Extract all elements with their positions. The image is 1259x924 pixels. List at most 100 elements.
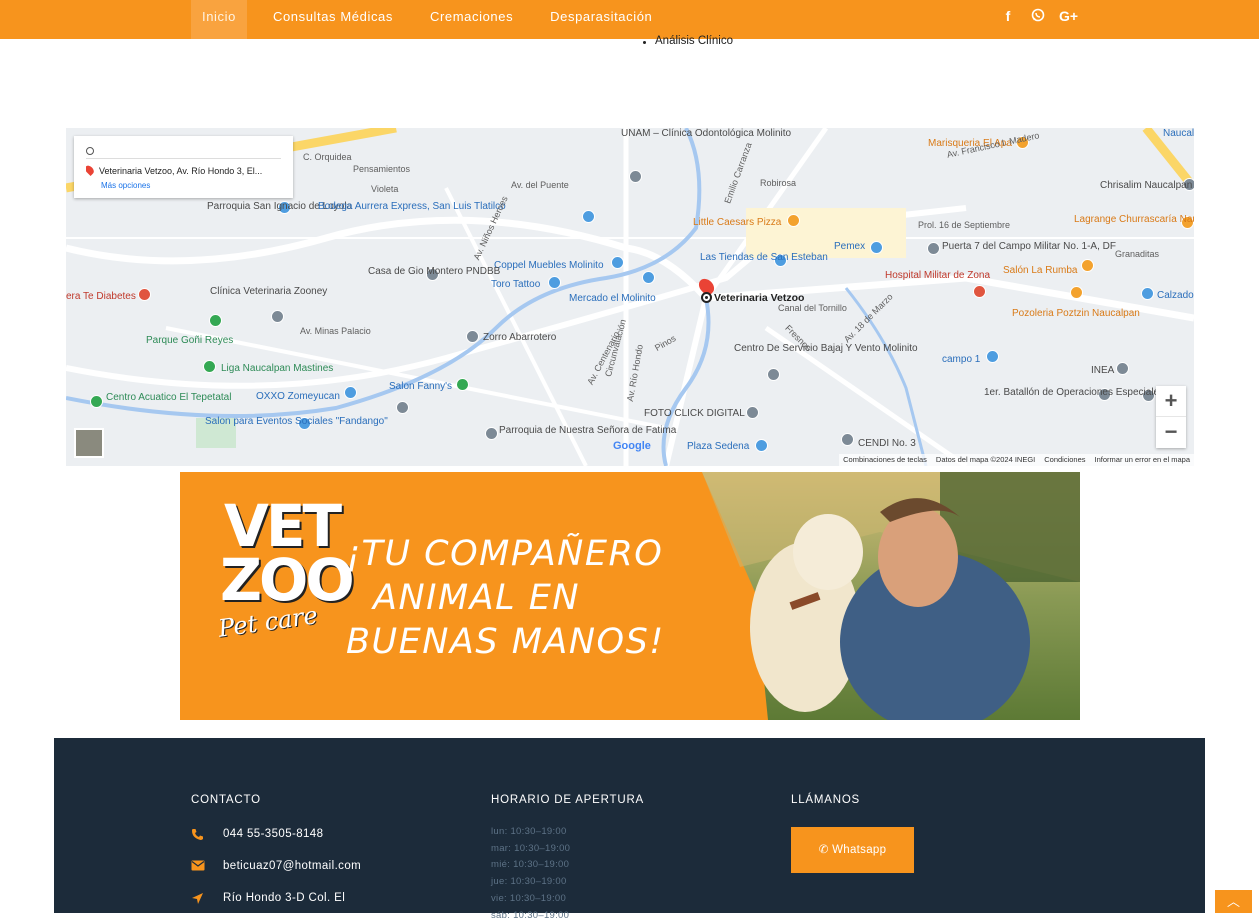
map-label: Bodega Aurrera Express, San Luis Tlatilc… (318, 201, 506, 212)
contact-email[interactable]: beticuaz07@hotmail.com (191, 860, 361, 872)
map-poi-pin[interactable] (986, 350, 999, 363)
origin-circle-icon (86, 147, 94, 155)
map-label: Liga Naucalpan Mastines (221, 363, 334, 374)
map-label: Robirosa (760, 178, 797, 188)
map-poi-pin[interactable] (456, 378, 469, 391)
map-label: Parroquia de Nuestra Señora de Fatima (499, 425, 677, 436)
map-report-error-link[interactable]: Informar un error en el mapa (1095, 455, 1190, 465)
map-label: Chrisalim Naucalpan (1100, 180, 1193, 191)
map-label: Pozoleria Poztzin Naucalpan (1012, 308, 1140, 319)
phone-number: 044 55-3505-8148 (223, 828, 324, 840)
hours-row: mar: 10:30–19:00 (491, 842, 571, 854)
map-label: Granaditas (1115, 249, 1160, 259)
opening-hours-column: HORARIO DE APERTURA lun: 10:30–19:00 mar… (491, 794, 644, 924)
map-poi-pin[interactable] (485, 427, 498, 440)
map-poi-pin[interactable] (755, 439, 768, 452)
zoom-out-button[interactable]: − (1156, 417, 1186, 448)
map-label: INEA (1091, 365, 1115, 376)
map-poi-pin[interactable] (548, 276, 561, 289)
map-label: UNAM – Clínica Odontológica Molinito (621, 128, 792, 139)
slogan-line: ANIMAL EN (373, 578, 581, 618)
facebook-icon[interactable]: f (999, 8, 1017, 25)
location-arrow-icon (191, 892, 207, 904)
contact-title: CONTACTO (191, 794, 261, 806)
zoom-in-button[interactable]: + (1156, 386, 1186, 417)
map-label: Mercado el Molinito (569, 293, 656, 304)
chevron-up-icon: ︿ (1226, 894, 1240, 909)
map-poi-pin[interactable] (1081, 259, 1094, 272)
map-label: Salón La Rumba (1003, 265, 1078, 276)
banner-slogan: ¡TU COMPAÑERO ANIMAL EN BUENAS MANOS! (346, 532, 665, 664)
map-poi-pin[interactable] (787, 214, 800, 227)
map-poi-pin[interactable] (344, 386, 357, 399)
hours-row: mié: 10:30–19:00 (491, 859, 570, 871)
map-poi-pin[interactable] (927, 242, 940, 255)
services-list: Análisis Clínico (640, 35, 733, 47)
map-directions-card: Veterinaria Vetzoo, Av. Río Hondo 3, El.… (74, 136, 293, 198)
map-label: CENDI No. 3 (858, 438, 916, 449)
map-label: Pemex (834, 241, 866, 252)
map-poi-pin[interactable] (746, 406, 759, 419)
vetzoo-location-dot (701, 292, 712, 303)
google-logo: Google (613, 440, 651, 452)
map-terms-link[interactable]: Condiciones (1044, 455, 1085, 465)
map-poi-pin[interactable] (870, 241, 883, 254)
map-poi-pin[interactable] (582, 210, 595, 223)
map-poi-pin[interactable] (396, 401, 409, 414)
map-poi-pin[interactable] (138, 288, 151, 301)
map-poi-pin[interactable] (90, 395, 103, 408)
map-destination-field[interactable]: Veterinaria Vetzoo, Av. Río Hondo 3, El.… (86, 165, 281, 176)
nav-item-inicio[interactable]: Inicio (191, 0, 247, 39)
map-poi-pin[interactable] (611, 256, 624, 269)
hours-row: sáb: 10:30–19:00 (491, 909, 570, 921)
map-label: C. Orquidea (303, 152, 352, 162)
map-more-options-link[interactable]: Más opciones (101, 181, 150, 190)
map-label: Casa de Gio Montero PNDBB (368, 266, 501, 277)
map-label: Calzado (1157, 290, 1194, 301)
slogan-line: ¡TU COMPAÑERO (346, 534, 664, 574)
map-poi-pin[interactable] (1070, 286, 1083, 299)
map-label: Centro De Servicio Bajaj Y Vento Molinit… (734, 343, 918, 354)
google-map[interactable]: C. Orquidea Pensamientos Violeta Parroqu… (66, 128, 1194, 466)
vetzoo-map-label[interactable]: Veterinaria Vetzoo (714, 292, 804, 304)
map-label: Av. Minas Palacio (300, 326, 371, 336)
scroll-to-top-button[interactable]: ︿ (1215, 890, 1252, 913)
map-label: Little Caesars Pizza (693, 217, 782, 228)
map-label: Salon Fanny's (389, 381, 453, 392)
whatsapp-button[interactable]: ✆ Whatsapp (791, 827, 914, 873)
whatsapp-icon: ✆ (818, 844, 833, 856)
map-poi-pin[interactable] (209, 314, 222, 327)
contact-column: CONTACTO 044 55-3505-8148 beticuaz07@hot… (191, 794, 361, 904)
map-origin-field[interactable] (86, 145, 281, 159)
map-label: Zorro Abarrotero (483, 332, 557, 343)
map-zoom-controls: + − (1156, 386, 1186, 448)
phone-icon (191, 828, 207, 840)
nav-item-desparasitacion[interactable]: Desparasitación (539, 0, 663, 39)
nav-item-consultas-medicas[interactable]: Consultas Médicas (262, 0, 404, 39)
top-navigation-bar: Inicio Consultas Médicas Cremaciones Des… (0, 0, 1259, 39)
map-label: Centro Acuatico El Tepetatal (106, 392, 232, 403)
map-poi-pin[interactable] (1116, 362, 1129, 375)
map-label: Parque Goñi Reyes (146, 335, 234, 346)
map-label: campo 1 (942, 354, 981, 365)
map-keyboard-shortcuts-link[interactable]: Combinaciones de teclas (843, 455, 927, 465)
hours-row: vie: 10:30–19:00 (491, 892, 567, 904)
map-poi-pin[interactable] (767, 368, 780, 381)
email-address: beticuaz07@hotmail.com (223, 860, 362, 872)
map-poi-pin[interactable] (841, 433, 854, 446)
map-poi-pin[interactable] (271, 310, 284, 323)
map-poi-pin[interactable] (203, 360, 216, 373)
map-poi-pin[interactable] (1141, 287, 1154, 300)
nav-item-cremaciones[interactable]: Cremaciones (419, 0, 524, 39)
google-plus-icon[interactable]: G+ (1059, 8, 1078, 25)
street-view-thumbnail[interactable] (74, 428, 104, 458)
contact-phone[interactable]: 044 55-3505-8148 (191, 828, 361, 840)
map-card-address: Veterinaria Vetzoo, Av. Río Hondo 3, El.… (99, 166, 263, 176)
whatsapp-icon[interactable] (1029, 8, 1047, 25)
map-poi-pin[interactable] (466, 330, 479, 343)
map-label: Canal del Tornillo (778, 303, 847, 313)
site-footer: CONTACTO 044 55-3505-8148 beticuaz07@hot… (54, 738, 1205, 921)
map-poi-pin[interactable] (642, 271, 655, 284)
map-poi-pin[interactable] (973, 285, 986, 298)
map-poi-pin[interactable] (629, 170, 642, 183)
